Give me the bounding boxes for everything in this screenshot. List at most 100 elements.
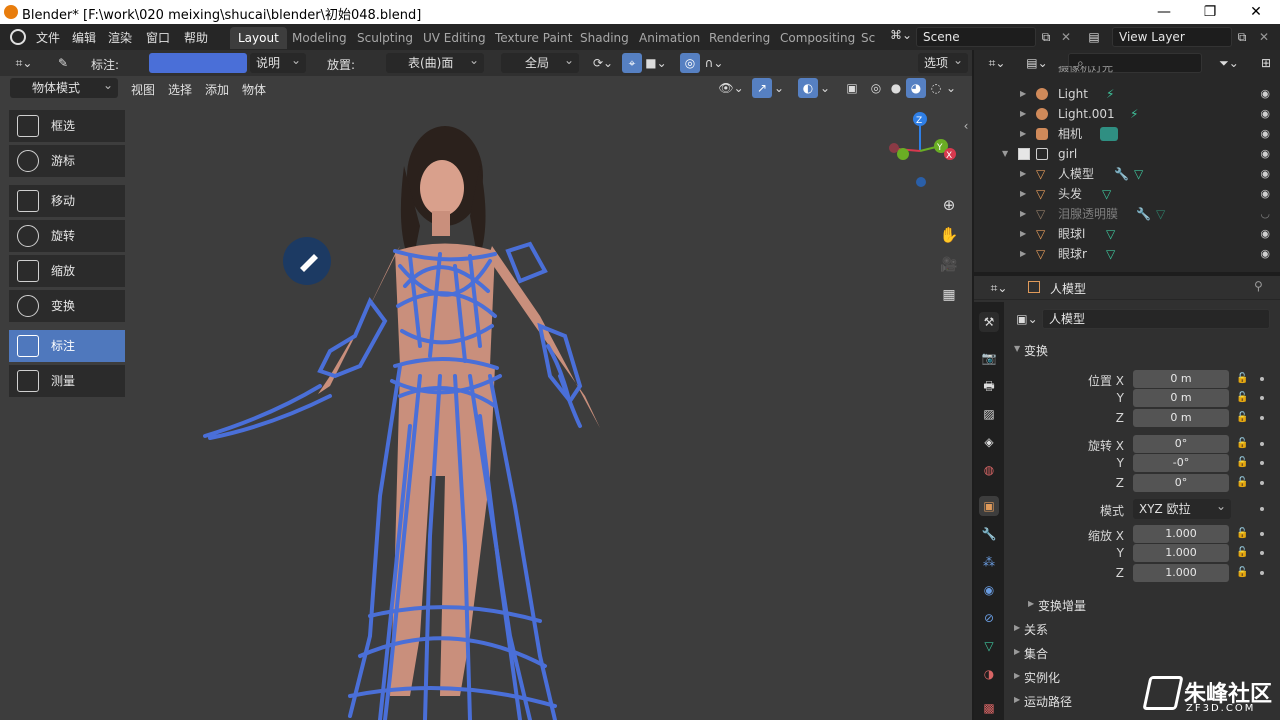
tab-layout[interactable]: Layout xyxy=(230,27,287,49)
new-view-layer-icon[interactable]: ⧉ xyxy=(1232,27,1252,47)
properties-editor-type-icon[interactable]: ⌗⌄ xyxy=(984,278,1014,298)
tool-annotate[interactable]: 标注 xyxy=(9,330,125,362)
outliner-row-body-model[interactable]: ▶ ▽ 人模型 🔧 ▽ ◉ xyxy=(974,164,1280,184)
delete-scene-icon[interactable]: ✕ xyxy=(1056,27,1076,47)
snap-toggle-icon[interactable]: ⌖ xyxy=(622,53,642,73)
physics-tab-icon[interactable]: ◉ xyxy=(979,580,999,600)
maximize-button[interactable]: ❐ xyxy=(1190,2,1230,22)
tab-animation[interactable]: Animation xyxy=(631,27,708,49)
visibility-icon[interactable]: 👁⌄ xyxy=(716,78,746,98)
options-dropdown[interactable]: 选项 xyxy=(918,50,968,73)
lock-icon[interactable]: 🔓 xyxy=(1236,373,1248,384)
lock-icon[interactable]: 🔓 xyxy=(1236,547,1248,558)
tool-rotate[interactable]: 旋转 xyxy=(9,220,125,252)
render-tab-icon[interactable]: 📷 xyxy=(979,348,999,368)
tool-cursor[interactable]: 游标 xyxy=(9,145,125,177)
eye-icon[interactable]: ◉ xyxy=(1260,224,1270,244)
world-tab-icon[interactable]: ◍ xyxy=(979,460,999,480)
tab-shading[interactable]: Shading xyxy=(572,27,637,49)
blender-menu-icon[interactable] xyxy=(10,29,26,45)
minimize-button[interactable]: — xyxy=(1144,2,1184,22)
new-scene-icon[interactable]: ⧉ xyxy=(1036,27,1056,47)
wireframe-shading-icon[interactable]: ◎ xyxy=(866,78,886,98)
object-tab-icon[interactable]: ▣ xyxy=(979,496,999,516)
camera-view-icon[interactable]: 🎥 xyxy=(937,255,961,279)
constraints-tab-icon[interactable]: ⊘ xyxy=(979,608,999,628)
outliner-row-hair[interactable]: ▶ ▽ 头发 ▽ ◉ xyxy=(974,184,1280,204)
gizmo-toggle-icon[interactable]: ↗ xyxy=(752,78,772,98)
view-layer-field[interactable]: View Layer xyxy=(1112,27,1232,47)
eye-icon[interactable]: ◉ xyxy=(1260,244,1270,264)
scale-z-field[interactable]: 1.000 xyxy=(1133,564,1229,582)
eye-icon[interactable]: ◉ xyxy=(1260,144,1270,164)
overlays-options-icon[interactable]: ⌄ xyxy=(818,78,832,98)
xray-toggle-icon[interactable]: ▣ xyxy=(842,78,862,98)
tool-move[interactable]: 移动 xyxy=(9,185,125,217)
location-y-field[interactable]: 0 m xyxy=(1133,389,1229,407)
rotation-y-field[interactable]: -0° xyxy=(1133,454,1229,472)
menu-edit[interactable]: 编辑 xyxy=(72,29,96,46)
keyframe-dot[interactable] xyxy=(1260,442,1264,446)
menu-add[interactable]: 添加 xyxy=(205,81,229,98)
output-tab-icon[interactable]: 🖶 xyxy=(979,376,999,396)
eye-icon[interactable]: ◉ xyxy=(1260,184,1270,204)
keyframe-dot[interactable] xyxy=(1260,461,1264,465)
lock-icon[interactable]: 🔓 xyxy=(1236,392,1248,403)
lock-icon[interactable]: 🔓 xyxy=(1236,412,1248,423)
pan-hand-icon[interactable]: ✋ xyxy=(937,225,961,249)
rendered-shading-icon[interactable]: ◌ xyxy=(926,78,946,98)
object-datablock-icon[interactable]: ▣⌄ xyxy=(1012,309,1042,329)
keyframe-dot[interactable] xyxy=(1260,377,1264,381)
tab-uv-editing[interactable]: UV Editing xyxy=(415,27,494,49)
menu-object[interactable]: 物体 xyxy=(242,81,266,98)
tool-tab-icon[interactable]: ⚒ xyxy=(979,312,999,332)
eye-icon[interactable]: ◉ xyxy=(1260,104,1270,124)
tab-scripting[interactable]: Sc xyxy=(853,27,883,49)
eye-hidden-icon[interactable]: ◡ xyxy=(1260,204,1270,224)
eye-icon[interactable]: ◉ xyxy=(1260,164,1270,184)
tool-transform[interactable]: 变换 xyxy=(9,290,125,322)
shading-options-icon[interactable]: ⌄ xyxy=(944,78,958,98)
tool-select-box[interactable]: 框选 xyxy=(9,110,125,142)
object-mode-dropdown[interactable]: 物体模式 xyxy=(10,76,118,98)
collections-panel-header[interactable]: ▶ 集合 xyxy=(1014,645,1048,662)
view-layer-tab-icon[interactable]: ▨ xyxy=(979,404,999,424)
close-button[interactable]: ✕ xyxy=(1236,2,1276,22)
transform-orientation-dropdown[interactable]: 全局 xyxy=(501,50,579,73)
menu-select[interactable]: 选择 xyxy=(168,81,192,98)
view-layer-icon[interactable]: ▤ xyxy=(1084,27,1104,47)
tool-measure[interactable]: 测量 xyxy=(9,365,125,397)
annotate-color-swatch[interactable] xyxy=(149,53,247,73)
material-tab-icon[interactable]: ◑ xyxy=(979,664,999,684)
scale-x-field[interactable]: 1.000 xyxy=(1133,525,1229,543)
tool-scale[interactable]: 缩放 xyxy=(9,255,125,287)
tab-texture-paint[interactable]: Texture Paint xyxy=(487,27,580,49)
keyframe-dot[interactable] xyxy=(1260,532,1264,536)
rotation-x-field[interactable]: 0° xyxy=(1133,435,1229,453)
outliner-row-camera[interactable]: ▶ 相机 ◉ xyxy=(974,124,1280,144)
menu-view[interactable]: 视图 xyxy=(131,81,155,98)
gizmo-options-icon[interactable]: ⌄ xyxy=(772,78,786,98)
outliner-row-tear-membrane[interactable]: ▶ ▽ 泪腺透明膜 🔧 ▽ ◡ xyxy=(974,204,1280,224)
3d-viewport[interactable]: Z Y X 物体模式 视图 选择 添加 物体 👁⌄ ↗ ⌄ ◐ ⌄ ▣ ◎ ● … xyxy=(0,76,972,720)
lock-icon[interactable]: 🔓 xyxy=(1236,528,1248,539)
annotation-layer-dropdown[interactable]: 说明 xyxy=(250,50,306,73)
placement-dropdown[interactable]: 表(曲)面 xyxy=(386,50,484,73)
proportional-editing-icon[interactable]: ◎ xyxy=(680,53,700,73)
collection-checkbox[interactable] xyxy=(1018,148,1030,160)
navigation-gizmo[interactable]: Z Y X xyxy=(889,112,956,187)
pivot-point-icon[interactable]: ⟳⌄ xyxy=(588,53,618,73)
object-name-field[interactable]: 人模型 xyxy=(1042,309,1270,329)
location-x-field[interactable]: 0 m xyxy=(1133,370,1229,388)
lock-icon[interactable]: 🔓 xyxy=(1236,567,1248,578)
lock-icon[interactable]: 🔓 xyxy=(1236,477,1248,488)
outliner-row-light-001[interactable]: ▶ Light.001 ⚡ ◉ xyxy=(974,104,1280,124)
scene-selector-icon[interactable]: ⌘⌄ xyxy=(890,28,912,46)
motion-paths-panel-header[interactable]: ▶ 运动路径 xyxy=(1014,693,1072,710)
texture-tab-icon[interactable]: ▩ xyxy=(979,698,999,718)
pin-icon[interactable]: ⚲ xyxy=(1254,279,1263,293)
outliner-row-girl-collection[interactable]: ▼ girl ◉ xyxy=(974,144,1280,164)
delta-transform-panel-header[interactable]: ▶ 变换增量 xyxy=(1028,597,1086,614)
eye-icon[interactable]: ◉ xyxy=(1260,124,1270,144)
outliner-row-light[interactable]: ▶ Light ⚡ ◉ xyxy=(974,84,1280,104)
